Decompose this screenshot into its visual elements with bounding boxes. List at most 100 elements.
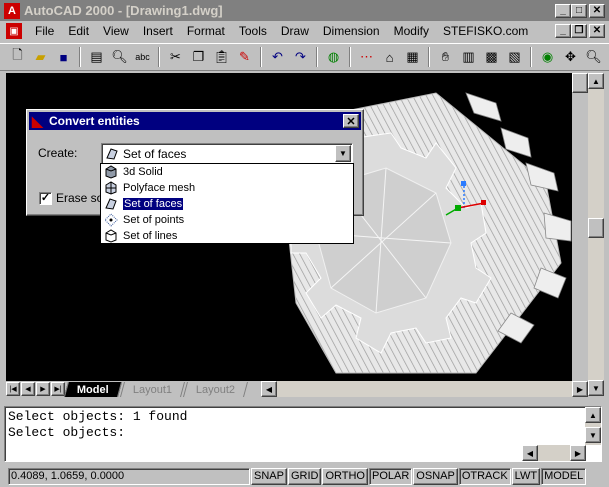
doc-restore-button[interactable]: ❐ bbox=[571, 24, 587, 38]
model-toggle[interactable]: MODEL bbox=[541, 467, 587, 485]
option-3d-solid[interactable]: 3d Solid bbox=[101, 164, 353, 180]
match-properties-icon[interactable]: ✎ bbox=[233, 46, 256, 68]
menu-view[interactable]: View bbox=[96, 24, 136, 38]
vertical-scrollbar[interactable]: ▲ ▼ bbox=[588, 73, 604, 396]
option-set-of-faces[interactable]: Set of faces bbox=[101, 196, 353, 212]
scroll-left-button[interactable]: ◀ bbox=[261, 381, 277, 397]
web-icon[interactable]: ◍ bbox=[322, 46, 345, 68]
tab-first-button[interactable]: |◀ bbox=[6, 382, 20, 396]
grid-toggle[interactable]: GRID bbox=[287, 467, 322, 485]
aerial-view-icon[interactable]: ✋︎ bbox=[434, 46, 457, 68]
minimize-icon: _ bbox=[560, 25, 566, 36]
dropdown-arrow-button[interactable]: ▼ bbox=[335, 145, 351, 162]
menu-format[interactable]: Format bbox=[180, 24, 232, 38]
arrow-up-icon: ▲ bbox=[592, 76, 600, 86]
arrow-down-icon: ▼ bbox=[592, 383, 600, 393]
toolbar-separator bbox=[260, 47, 262, 67]
close-button[interactable]: ✕ bbox=[589, 4, 605, 18]
spell-icon[interactable]: abc bbox=[131, 46, 154, 68]
snap-from-icon[interactable]: ⋯ bbox=[355, 46, 378, 68]
cmd-scroll-up-button[interactable]: ▲ bbox=[585, 407, 601, 423]
arrow-down-icon: ▼ bbox=[589, 430, 597, 440]
doc-close-button[interactable]: ✕ bbox=[589, 24, 605, 38]
dialog-title-bar[interactable]: ◣ Convert entities ✕ bbox=[29, 112, 361, 130]
erase-source-checkbox[interactable]: ✓ bbox=[39, 192, 52, 205]
properties-icon[interactable]: ▦ bbox=[401, 46, 424, 68]
scroll-down-button[interactable]: ▼ bbox=[588, 380, 604, 396]
option-polyface-mesh[interactable]: Polyface mesh bbox=[101, 180, 353, 196]
horizontal-scrollbar[interactable]: ◀ ▶ bbox=[261, 381, 588, 397]
pan-icon[interactable]: ✥ bbox=[559, 46, 582, 68]
copy-icon[interactable]: ❐ bbox=[187, 46, 210, 68]
menu-dimension[interactable]: Dimension bbox=[316, 24, 387, 38]
option-set-of-points[interactable]: Set of points bbox=[101, 212, 353, 228]
save-icon[interactable]: ■ bbox=[52, 46, 75, 68]
snap-toggle[interactable]: SNAP bbox=[251, 467, 287, 485]
cmd-scroll-left-button[interactable]: ◀ bbox=[522, 445, 538, 461]
autocad-app-icon[interactable]: A bbox=[4, 2, 20, 19]
option-set-of-lines[interactable]: Set of lines bbox=[101, 228, 353, 244]
new-icon[interactable]: 🗋 bbox=[6, 46, 29, 68]
menu-file[interactable]: File bbox=[28, 24, 61, 38]
tab-layout2[interactable]: Layout2 bbox=[182, 381, 249, 397]
print-icon[interactable]: ▤ bbox=[85, 46, 108, 68]
menu-insert[interactable]: Insert bbox=[136, 24, 180, 38]
preview-icon[interactable]: 🔍︎ bbox=[108, 46, 131, 68]
maximize-button[interactable]: □ bbox=[571, 4, 587, 18]
ucs-icon[interactable]: ⌂ bbox=[378, 46, 401, 68]
scroll-up-button[interactable]: ▲ bbox=[588, 73, 604, 89]
create-dropdown[interactable]: Set of faces ▼ bbox=[101, 143, 353, 164]
tab-last-button[interactable]: ▶| bbox=[51, 382, 65, 396]
tab-model[interactable]: Model bbox=[63, 381, 122, 397]
cut-icon[interactable]: ✂ bbox=[164, 46, 187, 68]
toolbar-separator bbox=[349, 47, 351, 67]
faces-icon bbox=[103, 197, 119, 211]
command-line-2: Select objects: bbox=[8, 425, 126, 440]
right-toolbar-grip[interactable] bbox=[572, 73, 588, 93]
arrow-right-icon: ▶ bbox=[574, 448, 582, 458]
window-title-bar[interactable]: A AutoCAD 2000 - [Drawing1.dwg] _ □ ✕ bbox=[0, 0, 609, 21]
arrow-left-icon: ◀ bbox=[526, 448, 534, 458]
undo-icon[interactable]: ↶ bbox=[266, 46, 289, 68]
tab-prev-button[interactable]: ◀ bbox=[21, 382, 35, 396]
cmd-scroll-right-button[interactable]: ▶ bbox=[570, 445, 586, 461]
paste-icon[interactable]: 📋︎ bbox=[210, 46, 233, 68]
scroll-right-button[interactable]: ▶ bbox=[572, 381, 588, 397]
last-icon: ▶| bbox=[54, 386, 62, 393]
menu-draw[interactable]: Draw bbox=[274, 24, 316, 38]
minimize-icon: _ bbox=[560, 5, 566, 16]
command-vertical-scrollbar[interactable]: ▲ ▼ bbox=[585, 407, 601, 445]
tab-next-button[interactable]: ▶ bbox=[36, 382, 50, 396]
doc-minimize-button[interactable]: _ bbox=[555, 24, 571, 38]
redo-icon[interactable]: ↷ bbox=[289, 46, 312, 68]
design-center-icon[interactable]: ▥ bbox=[457, 46, 480, 68]
orbit-icon[interactable]: ◉ bbox=[536, 46, 559, 68]
menu-modify[interactable]: Modify bbox=[387, 24, 436, 38]
menu-tools[interactable]: Tools bbox=[232, 24, 274, 38]
command-horizontal-scrollbar[interactable]: ◀ ▶ bbox=[522, 445, 586, 461]
tool-palette-icon[interactable]: ▧ bbox=[503, 46, 526, 68]
polar-toggle[interactable]: POLAR bbox=[369, 467, 413, 485]
menu-stefisko[interactable]: STEFISKO.com bbox=[436, 24, 535, 38]
layer-icon[interactable]: ▩ bbox=[480, 46, 503, 68]
solid-box-icon bbox=[103, 165, 119, 179]
ortho-toggle[interactable]: ORTHO bbox=[322, 467, 368, 485]
minimize-button[interactable]: _ bbox=[555, 4, 571, 18]
open-icon[interactable]: ▰ bbox=[29, 46, 52, 68]
menu-edit[interactable]: Edit bbox=[61, 24, 96, 38]
command-line[interactable]: Select objects: 1 found Select objects: ▲… bbox=[4, 406, 602, 462]
prev-icon: ◀ bbox=[25, 386, 31, 393]
lwt-toggle[interactable]: LWT bbox=[511, 467, 541, 485]
osnap-toggle[interactable]: OSNAP bbox=[413, 467, 458, 485]
dialog-close-button[interactable]: ✕ bbox=[343, 114, 359, 128]
chevron-down-icon: ▼ bbox=[339, 149, 347, 158]
coordinate-display[interactable]: 0.4089, 1.0659, 0.0000 bbox=[8, 467, 250, 485]
tab-layout1[interactable]: Layout1 bbox=[119, 381, 185, 397]
zoom-icon[interactable]: 🔍︎ bbox=[582, 46, 605, 68]
points-icon bbox=[103, 213, 119, 227]
dialog-title: Convert entities bbox=[49, 114, 140, 128]
vertical-scroll-thumb[interactable] bbox=[588, 218, 604, 238]
cmd-scroll-down-button[interactable]: ▼ bbox=[585, 427, 601, 443]
document-icon[interactable]: ▣ bbox=[6, 23, 22, 39]
otrack-toggle[interactable]: OTRACK bbox=[458, 467, 511, 485]
